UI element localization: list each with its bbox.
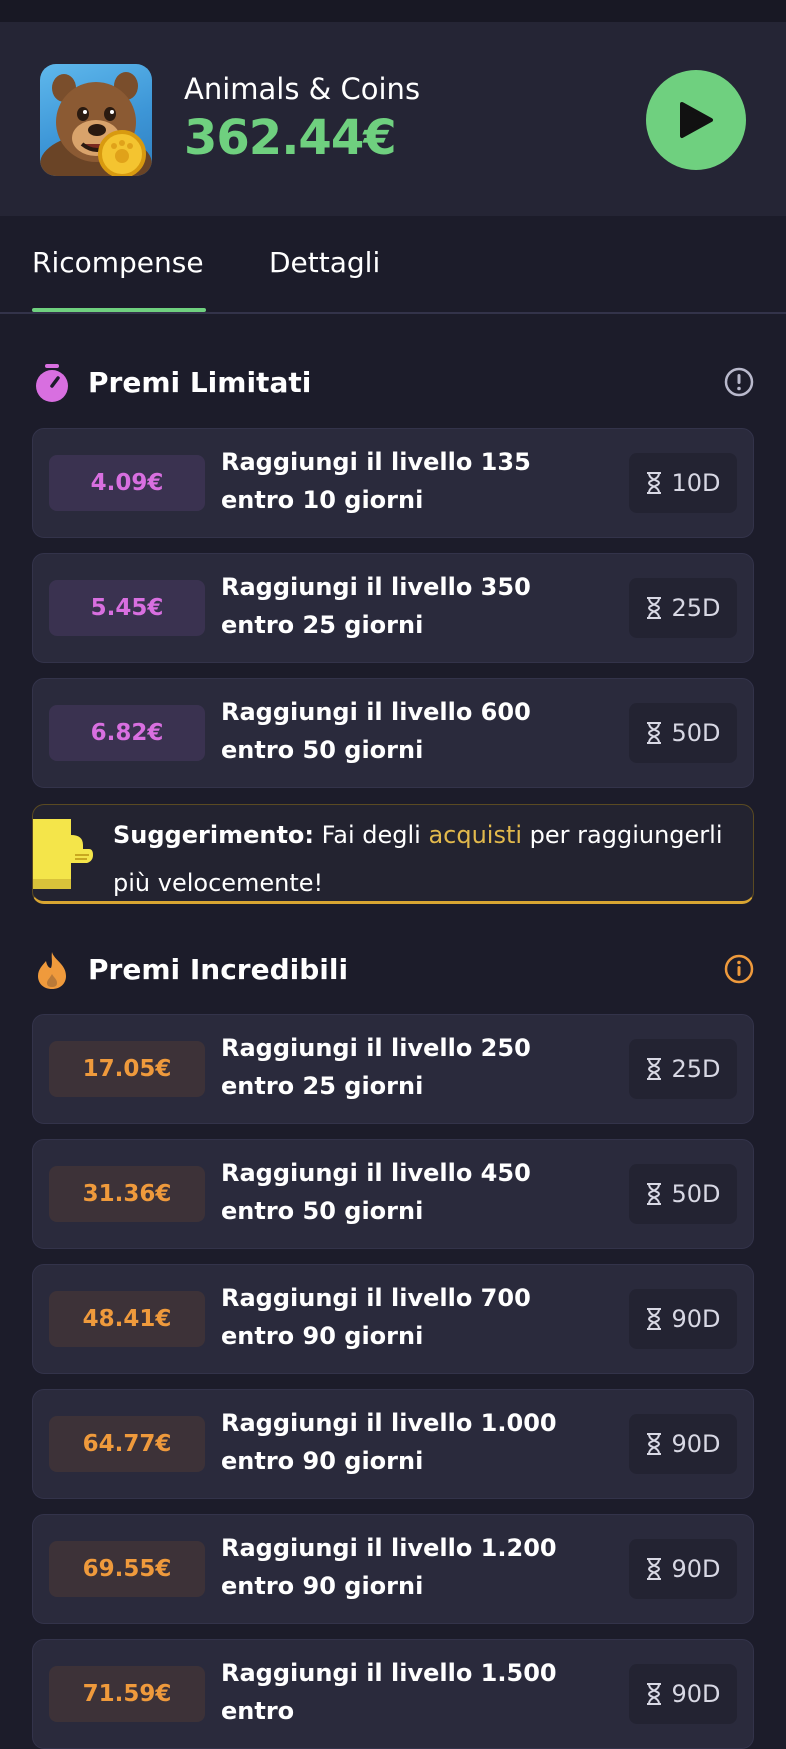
incredible-reward-card[interactable]: 48.41€ Raggiungi il livello 700 entro 90… — [32, 1264, 754, 1374]
hourglass-icon — [647, 1558, 662, 1580]
app-name: Animals & Coins — [184, 72, 421, 106]
reward-description: Raggiungi il livello 600 entro 50 giorni — [221, 698, 531, 764]
incredible-reward-card[interactable]: 71.59€ Raggiungi il livello 1.500 entro … — [32, 1639, 754, 1749]
time-left-badge: 90D — [629, 1289, 737, 1349]
incredible-reward-card[interactable]: 31.36€ Raggiungi il livello 450 entro 50… — [32, 1139, 754, 1249]
info-icon[interactable] — [724, 367, 754, 397]
hourglass-icon — [647, 597, 662, 619]
hourglass-icon — [647, 472, 662, 494]
hourglass-icon — [647, 1433, 662, 1455]
time-left-text: 90D — [671, 1430, 721, 1458]
total-reward-amount: 362.44€ — [184, 110, 397, 166]
stopwatch-icon — [36, 364, 68, 402]
reward-description: Raggiungi il livello 1.000 entro 90 gior… — [221, 1409, 557, 1475]
reward-description: Raggiungi il livello 450 entro 50 giorni — [221, 1159, 531, 1225]
time-left-text: 50D — [671, 1180, 721, 1208]
reward-description: Raggiungi il livello 135 entro 10 giorni — [221, 448, 531, 514]
hourglass-icon — [647, 1058, 662, 1080]
time-left-badge: 90D — [629, 1414, 737, 1474]
active-tab-indicator — [32, 308, 206, 312]
reward-amount: 31.36€ — [49, 1166, 205, 1222]
flame-icon — [38, 952, 66, 989]
bear-mascot-icon — [40, 72, 152, 176]
reward-amount: 6.82€ — [49, 705, 205, 761]
hourglass-icon — [647, 1683, 662, 1705]
limited-rewards-header: Premi Limitati — [32, 361, 754, 405]
reward-amount: 64.77€ — [49, 1416, 205, 1472]
time-left-badge: 90D — [629, 1539, 737, 1599]
reward-description: Raggiungi il livello 1.500 entro — [221, 1659, 557, 1725]
incredible-rewards-header: Premi Incredibili — [32, 948, 754, 992]
top-status-strip — [0, 0, 786, 22]
tab-dettagli[interactable]: Dettagli — [269, 246, 380, 279]
time-left-text: 50D — [671, 719, 721, 747]
reward-description: Raggiungi il livello 350 entro 25 giorni — [221, 573, 531, 639]
time-left-badge: 50D — [629, 1164, 737, 1224]
time-left-badge: 10D — [629, 453, 737, 513]
limited-reward-card[interactable]: 4.09€ Raggiungi il livello 135 entro 10 … — [32, 428, 754, 538]
reward-amount: 17.05€ — [49, 1041, 205, 1097]
play-icon — [680, 102, 713, 138]
reward-amount: 5.45€ — [49, 580, 205, 636]
hourglass-icon — [647, 722, 662, 744]
tip-text-before: Fai degli — [314, 821, 429, 849]
incredible-reward-card[interactable]: 69.55€ Raggiungi il livello 1.200 entro … — [32, 1514, 754, 1624]
limited-reward-card[interactable]: 6.82€ Raggiungi il livello 600 entro 50 … — [32, 678, 754, 788]
offer-header: Animals & Coins 362.44€ — [0, 22, 786, 216]
incredible-reward-card[interactable]: 17.05€ Raggiungi il livello 250 entro 25… — [32, 1014, 754, 1124]
time-left-text: 25D — [671, 1055, 721, 1083]
reward-description: Raggiungi il livello 700 entro 90 giorni — [221, 1284, 531, 1350]
play-button[interactable] — [646, 70, 746, 170]
tab-ricompense[interactable]: Ricompense — [32, 246, 204, 279]
time-left-text: 10D — [671, 469, 721, 497]
tip-text: Suggerimento: Fai degli acquisti per rag… — [113, 811, 743, 907]
limited-rewards-title: Premi Limitati — [88, 366, 312, 399]
tip-banner: Suggerimento: Fai degli acquisti per rag… — [32, 804, 754, 904]
time-left-text: 25D — [671, 594, 721, 622]
limited-reward-card[interactable]: 5.45€ Raggiungi il livello 350 entro 25 … — [32, 553, 754, 663]
reward-amount: 48.41€ — [49, 1291, 205, 1347]
purchases-link[interactable]: acquisti — [428, 821, 522, 849]
reward-description: Raggiungi il livello 1.200 entro 90 gior… — [221, 1534, 557, 1600]
info-icon[interactable] — [724, 954, 754, 984]
reward-amount: 4.09€ — [49, 455, 205, 511]
incredible-rewards-title: Premi Incredibili — [88, 953, 349, 986]
reward-amount: 69.55€ — [49, 1541, 205, 1597]
incredible-reward-card[interactable]: 64.77€ Raggiungi il livello 1.000 entro … — [32, 1389, 754, 1499]
reward-description: Raggiungi il livello 250 entro 25 giorni — [221, 1034, 531, 1100]
time-left-text: 90D — [671, 1305, 721, 1333]
time-left-badge: 50D — [629, 703, 737, 763]
time-left-text: 90D — [671, 1555, 721, 1583]
app-icon — [40, 64, 152, 176]
hourglass-icon — [647, 1308, 662, 1330]
tip-label: Suggerimento: — [113, 821, 314, 849]
time-left-badge: 25D — [629, 1039, 737, 1099]
time-left-badge: 25D — [629, 578, 737, 638]
time-left-badge: 90D — [629, 1664, 737, 1724]
tab-bar: Ricompense Dettagli — [0, 216, 786, 314]
pointing-hand-icon — [33, 819, 93, 889]
reward-amount: 71.59€ — [49, 1666, 205, 1722]
hourglass-icon — [647, 1183, 662, 1205]
time-left-text: 90D — [671, 1680, 721, 1708]
